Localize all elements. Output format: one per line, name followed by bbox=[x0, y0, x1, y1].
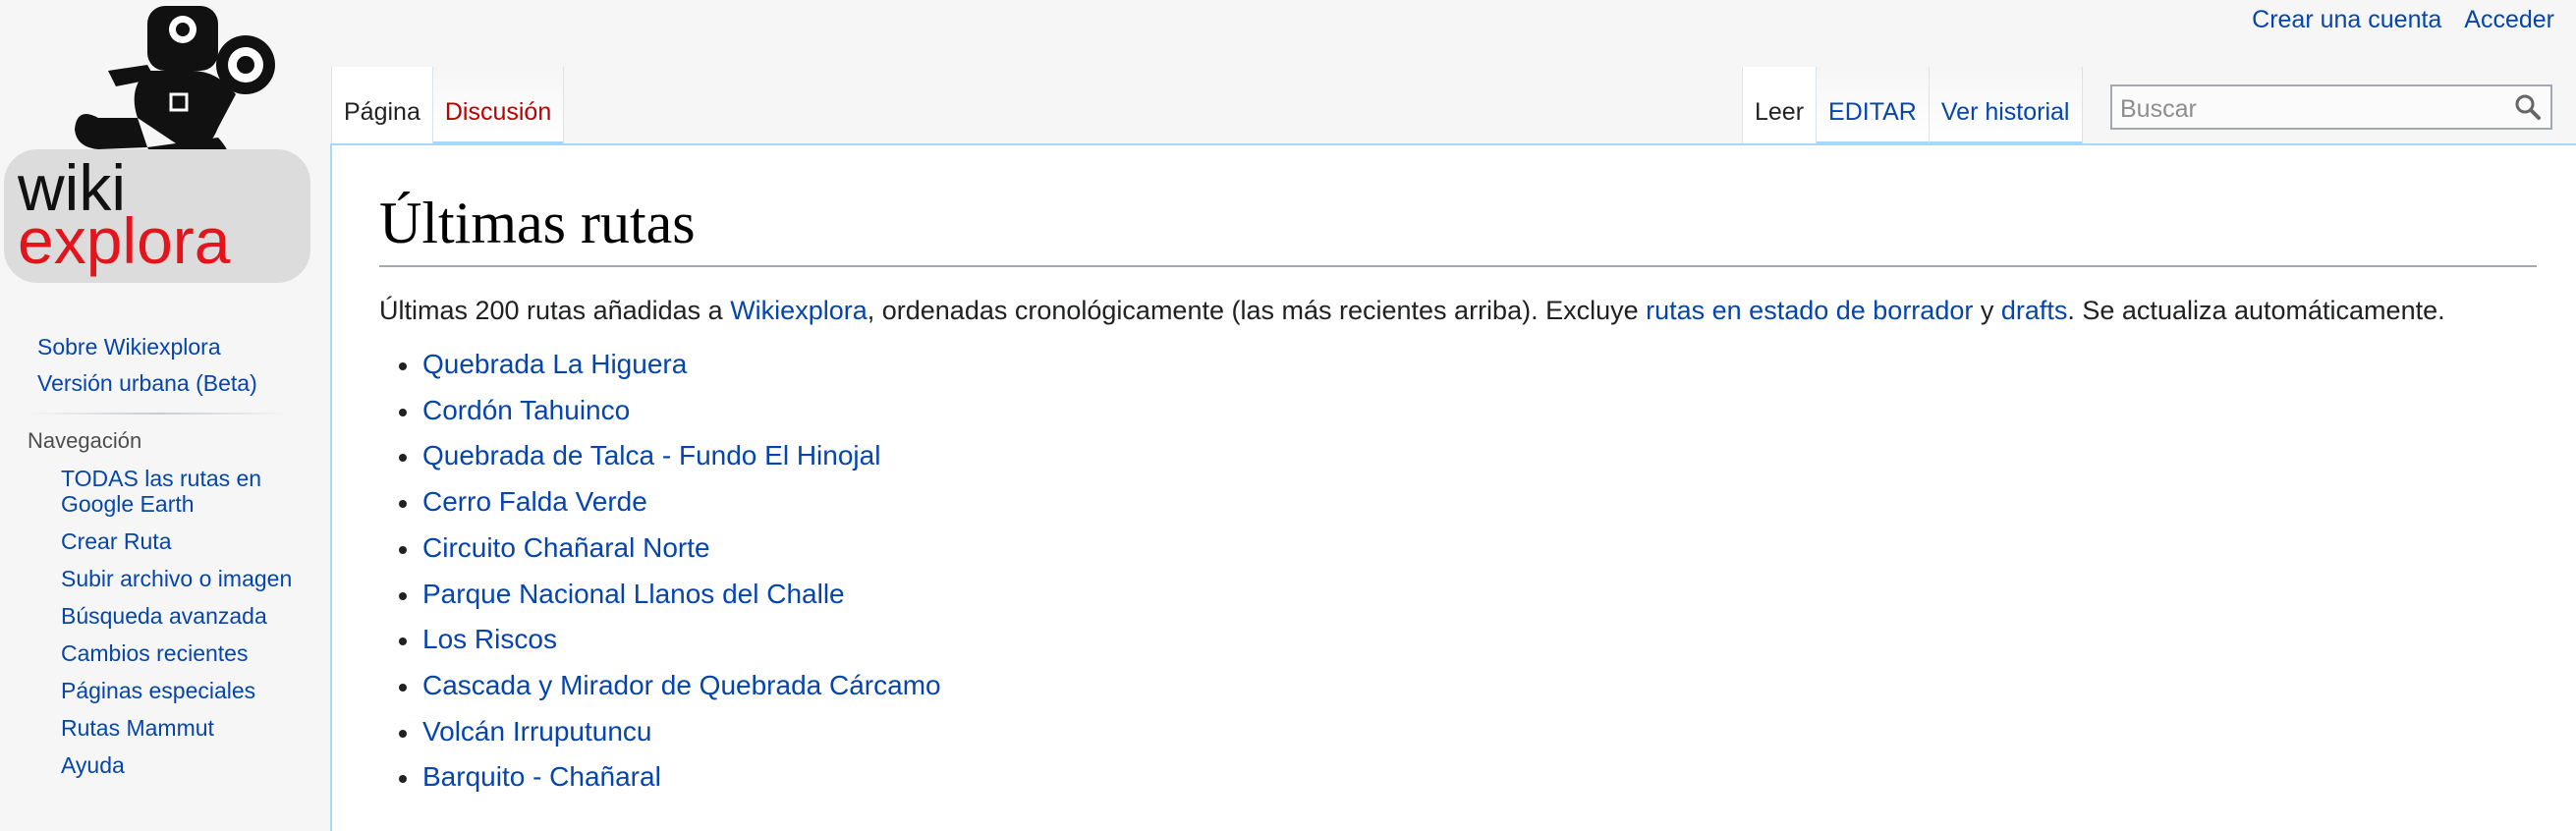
namespace-tabs: Página Discusión bbox=[331, 67, 565, 143]
draft-routes-link[interactable]: rutas en estado de borrador bbox=[1646, 296, 1973, 325]
route-link[interactable]: Cerro Falda Verde bbox=[422, 486, 647, 517]
list-item: Cascada y Mirador de Quebrada Cárcamo bbox=[379, 663, 2576, 709]
drafts-link[interactable]: drafts bbox=[2001, 296, 2068, 325]
search-input[interactable] bbox=[2112, 86, 2503, 130]
route-link[interactable]: Quebrada La Higuera bbox=[422, 349, 687, 379]
sidebar: Sobre Wikiexplora Versión urbana (Beta) … bbox=[0, 334, 329, 790]
routes-list: Quebrada La Higuera Cordón Tahuinco Queb… bbox=[379, 342, 2576, 801]
tab-read[interactable]: Leer bbox=[1742, 67, 1818, 143]
page-title: Últimas rutas bbox=[379, 185, 2537, 267]
list-item: Volcán Irruputuncu bbox=[379, 709, 2576, 755]
list-item: Quebrada La Higuera bbox=[379, 342, 2576, 388]
sidebar-divider bbox=[28, 413, 290, 415]
personal-tools: Crear una cuenta Acceder bbox=[2236, 6, 2554, 34]
tab-edit[interactable]: EDITAR bbox=[1817, 67, 1930, 143]
sidebar-item-help[interactable]: Ayuda bbox=[61, 752, 309, 778]
create-account-link[interactable]: Crear una cuenta bbox=[2252, 6, 2441, 33]
list-item: Cordón Tahuinco bbox=[379, 388, 2576, 434]
list-item: Parque Nacional Llanos del Challe bbox=[379, 572, 2576, 618]
route-link[interactable]: Volcán Irruputuncu bbox=[422, 716, 652, 747]
route-link[interactable]: Cascada y Mirador de Quebrada Cárcamo bbox=[422, 670, 941, 700]
route-link[interactable]: Los Riscos bbox=[422, 624, 557, 654]
sidebar-item-special-pages[interactable]: Páginas especiales bbox=[61, 678, 309, 703]
route-link[interactable]: Barquito - Chañaral bbox=[422, 761, 661, 792]
view-tabs: Leer EDITAR Ver historial bbox=[1742, 67, 2083, 143]
logo-text-explora: explora bbox=[18, 204, 231, 277]
intro-text: y bbox=[1973, 296, 2001, 325]
site-logo[interactable]: wiki explora bbox=[0, 0, 314, 295]
wikiexplora-link[interactable]: Wikiexplora bbox=[730, 296, 868, 325]
sidebar-item-advanced-search[interactable]: Búsqueda avanzada bbox=[61, 603, 309, 629]
route-link[interactable]: Quebrada de Talca - Fundo El Hinojal bbox=[422, 440, 880, 471]
list-item: Los Riscos bbox=[379, 617, 2576, 663]
main-content: Últimas rutas Últimas 200 rutas añadidas… bbox=[330, 143, 2576, 831]
tab-history[interactable]: Ver historial bbox=[1929, 67, 2083, 143]
sidebar-nav-list: TODAS las rutas en Google Earth Crear Ru… bbox=[0, 466, 329, 778]
search-icon[interactable] bbox=[2513, 92, 2543, 127]
list-item: Circuito Chañaral Norte bbox=[379, 526, 2576, 572]
intro-paragraph: Últimas 200 rutas añadidas a Wikiexplora… bbox=[379, 293, 2576, 328]
sidebar-item-upload-file[interactable]: Subir archivo o imagen bbox=[61, 566, 309, 591]
route-link[interactable]: Parque Nacional Llanos del Challe bbox=[422, 579, 845, 609]
tab-page[interactable]: Página bbox=[331, 67, 433, 143]
sidebar-item-create-route[interactable]: Crear Ruta bbox=[61, 528, 309, 554]
list-item: Quebrada de Talca - Fundo El Hinojal bbox=[379, 433, 2576, 479]
sidebar-item-mammut-routes[interactable]: Rutas Mammut bbox=[61, 715, 309, 741]
intro-text: Últimas 200 rutas añadidas a bbox=[379, 296, 731, 325]
sidebar-item-google-earth[interactable]: TODAS las rutas en Google Earth bbox=[61, 466, 309, 517]
route-link[interactable]: Cordón Tahuinco bbox=[422, 395, 630, 425]
list-item: Cerro Falda Verde bbox=[379, 479, 2576, 526]
sidebar-item-about[interactable]: Sobre Wikiexplora bbox=[37, 334, 329, 360]
search-box bbox=[2110, 84, 2552, 130]
intro-text: . Se actualiza automáticamente. bbox=[2067, 296, 2445, 325]
sidebar-item-urban-version[interactable]: Versión urbana (Beta) bbox=[37, 370, 329, 397]
intro-text: , ordenadas cronológicamente (las más re… bbox=[867, 296, 1647, 325]
sidebar-item-recent-changes[interactable]: Cambios recientes bbox=[61, 640, 309, 666]
tab-discussion[interactable]: Discusión bbox=[432, 67, 565, 143]
route-link[interactable]: Circuito Chañaral Norte bbox=[422, 532, 710, 563]
sidebar-nav-heading[interactable]: Navegación bbox=[28, 428, 329, 454]
login-link[interactable]: Acceder bbox=[2464, 6, 2554, 33]
list-item: Barquito - Chañaral bbox=[379, 754, 2576, 801]
